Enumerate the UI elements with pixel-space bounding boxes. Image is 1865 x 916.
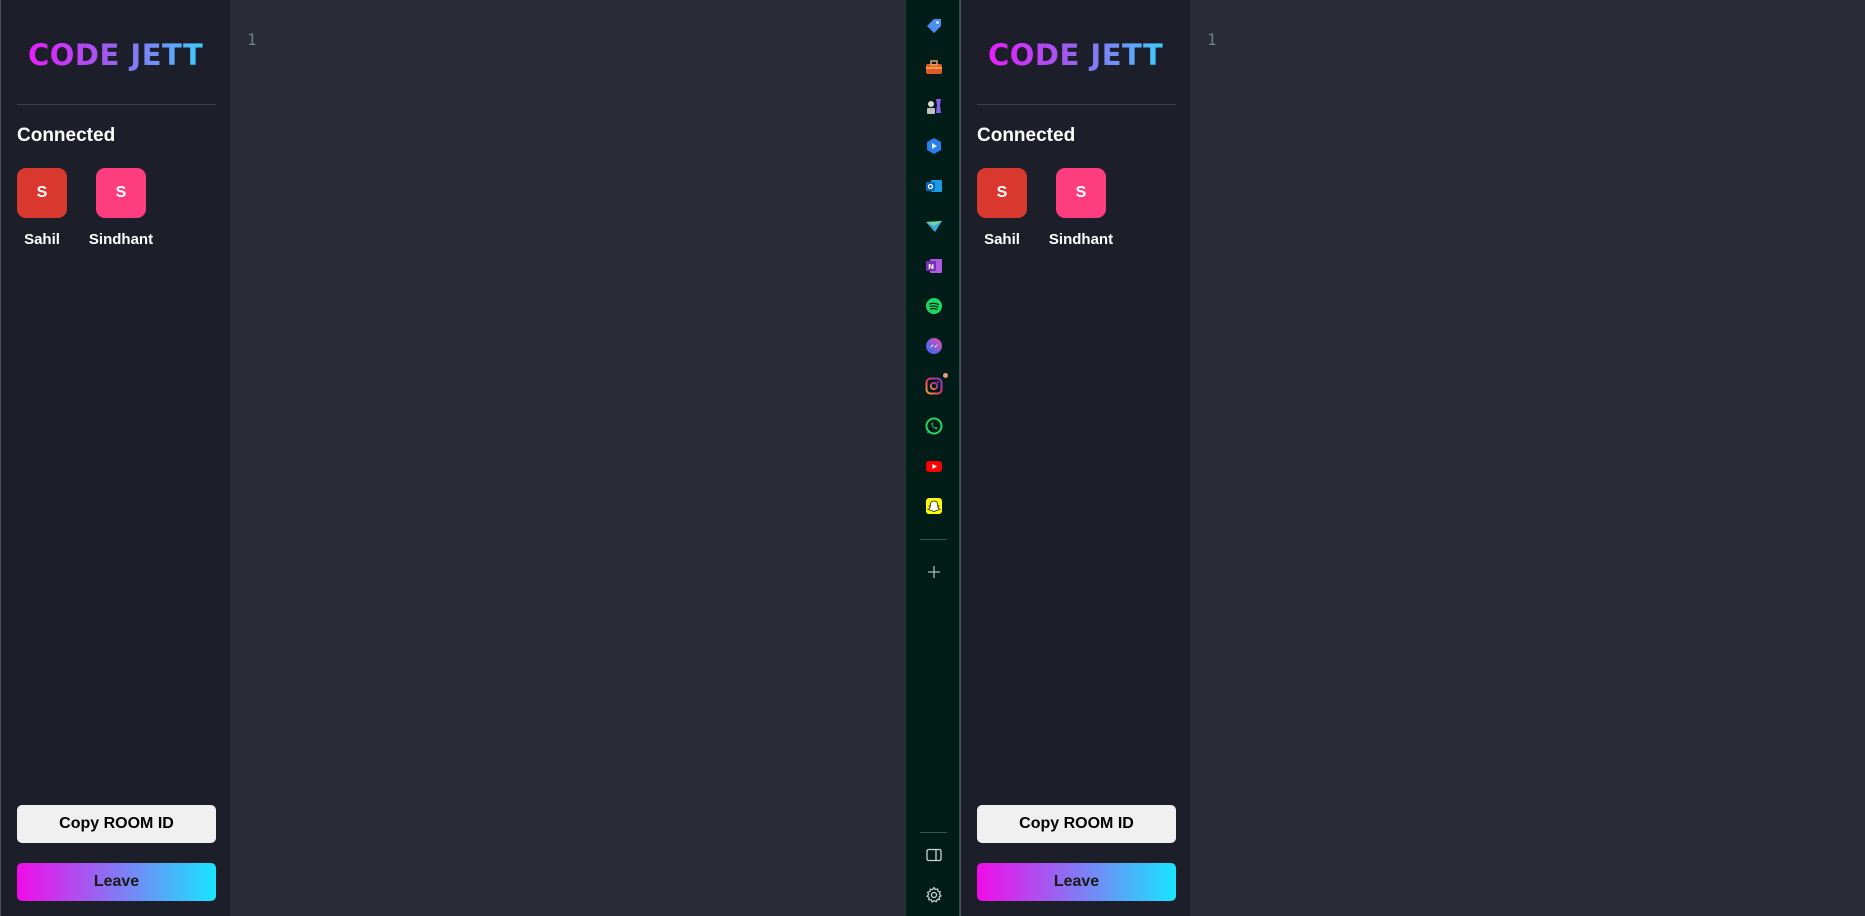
connected-heading: Connected bbox=[17, 125, 116, 146]
code-editor[interactable]: 1 bbox=[1190, 0, 1865, 916]
send-anywhere-icon[interactable] bbox=[925, 217, 943, 235]
sidebar: CODE JETT Connected S Sahil S Sindhant C… bbox=[961, 0, 1190, 916]
chess-icon[interactable] bbox=[925, 97, 943, 115]
client-card: S Sindhant bbox=[76, 168, 166, 258]
code-editor[interactable]: 1 bbox=[230, 0, 906, 916]
client-name: Sahil bbox=[24, 231, 60, 248]
toolbox-icon[interactable] bbox=[925, 58, 943, 76]
copy-room-id-button[interactable]: Copy ROOM ID bbox=[17, 805, 216, 843]
tag-icon[interactable] bbox=[925, 17, 943, 35]
taskbar-divider bbox=[920, 832, 947, 833]
client-name: Sindhant bbox=[1048, 231, 1114, 248]
avatar: S bbox=[977, 168, 1027, 218]
divider bbox=[977, 104, 1176, 105]
app-logo: CODE JETT bbox=[28, 38, 204, 72]
client-card: S Sahil bbox=[0, 168, 87, 258]
onenote-icon[interactable]: N bbox=[925, 257, 943, 275]
spotify-icon[interactable] bbox=[925, 297, 943, 315]
snapchat-icon[interactable] bbox=[925, 497, 943, 515]
editor-window-right: CODE JETT Connected S Sahil S Sindhant C… bbox=[960, 0, 1865, 916]
taskbar-divider bbox=[920, 539, 947, 540]
editor-window-left: CODE JETT Connected S Sahil S Sindhant C… bbox=[0, 0, 906, 916]
copilot-icon[interactable] bbox=[925, 137, 943, 155]
avatar: S bbox=[17, 168, 67, 218]
youtube-icon[interactable] bbox=[925, 457, 943, 475]
app-sidebar: N bbox=[905, 0, 960, 916]
avatar: S bbox=[1056, 168, 1106, 218]
leave-button[interactable]: Leave bbox=[977, 863, 1176, 901]
messenger-icon[interactable] bbox=[925, 337, 943, 355]
copy-room-id-button[interactable]: Copy ROOM ID bbox=[977, 805, 1176, 843]
divider bbox=[17, 104, 216, 105]
client-card: S Sahil bbox=[957, 168, 1047, 258]
leave-button[interactable]: Leave bbox=[17, 863, 216, 901]
line-number: 1 bbox=[1207, 30, 1217, 49]
notification-dot bbox=[943, 373, 948, 378]
sidebar: CODE JETT Connected S Sahil S Sindhant C… bbox=[1, 0, 230, 916]
whatsapp-icon[interactable] bbox=[925, 417, 943, 435]
line-number: 1 bbox=[247, 30, 257, 49]
settings-icon[interactable] bbox=[925, 886, 943, 904]
avatar: S bbox=[96, 168, 146, 218]
outlook-icon[interactable] bbox=[925, 177, 943, 195]
client-name: Sindhant bbox=[88, 231, 154, 248]
app-logo: CODE JETT bbox=[988, 38, 1164, 72]
sidebar-toggle-icon[interactable] bbox=[925, 846, 943, 864]
instagram-icon[interactable] bbox=[925, 377, 943, 395]
client-name: Sahil bbox=[984, 231, 1020, 248]
svg-text:N: N bbox=[928, 263, 934, 271]
client-card: S Sindhant bbox=[1036, 168, 1126, 258]
add-icon[interactable] bbox=[925, 563, 943, 581]
connected-heading: Connected bbox=[977, 125, 1076, 146]
